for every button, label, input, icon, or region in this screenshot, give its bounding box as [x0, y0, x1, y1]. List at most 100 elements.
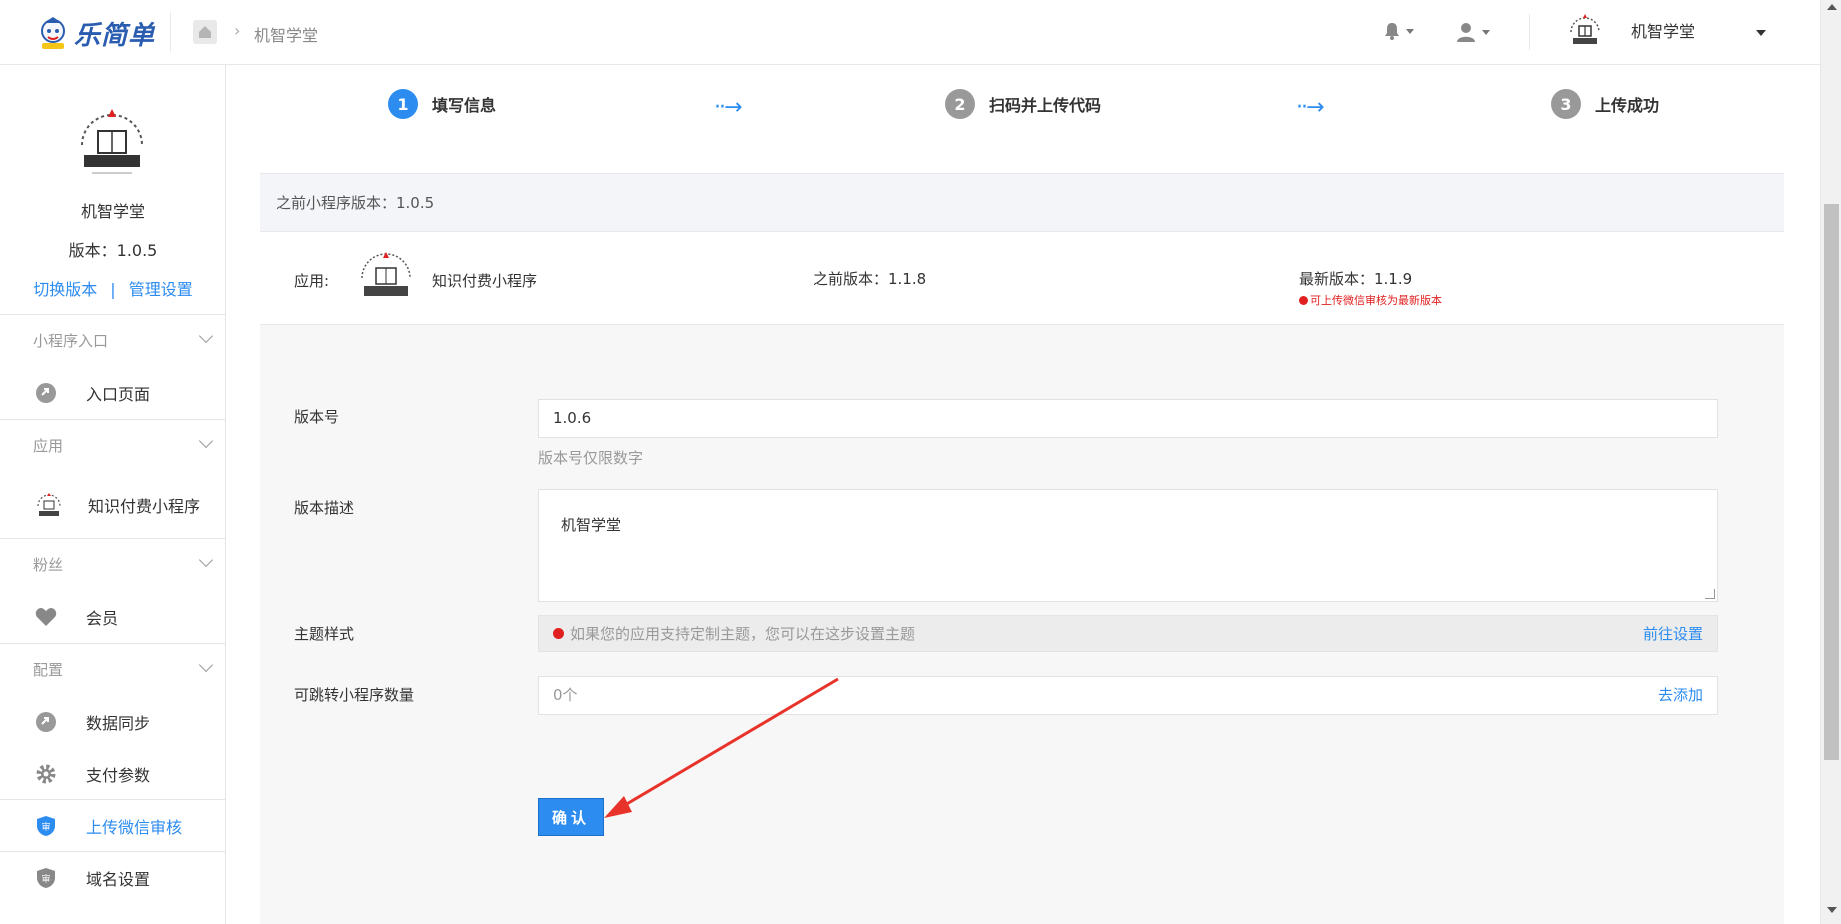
scrollbar[interactable]: [1820, 0, 1841, 924]
link-icon: [34, 381, 58, 405]
mascot-logo-icon: [36, 15, 70, 51]
jump-count-field: 0个 去添加: [538, 676, 1718, 715]
sidebar-item-label: 支付参数: [86, 765, 151, 785]
logo-text: 乐简单: [74, 20, 156, 51]
step-arrow-icon: ··→: [714, 95, 742, 120]
sidebar-item-members[interactable]: 会员: [0, 591, 225, 643]
step-1: 1 填写信息: [388, 89, 496, 119]
heart-icon: [34, 605, 58, 629]
sidebar-group-apps: 应用 知识付费小程序: [0, 420, 225, 539]
previous-app-version: 之前版本：1.1.8: [813, 270, 927, 288]
link-separator: |: [110, 280, 116, 299]
scroll-up-icon[interactable]: [1827, 4, 1837, 10]
sidebar-item-label: 会员: [86, 609, 119, 628]
sidebar-group-title[interactable]: 小程序入口: [0, 315, 225, 367]
app-info-row: 应用: 知识付费小程序 之前版本：1.1.8 最新版本：1.1.9 可上传微信审…: [260, 231, 1784, 325]
app-name: 知识付费小程序: [432, 272, 538, 290]
chevron-down-icon: [198, 552, 214, 568]
step-indicator: 1 填写信息 ··→ 2 扫码并上传代码 ··→ 3 上传成功: [226, 65, 1820, 173]
app-label: 应用:: [294, 272, 330, 290]
chevron-down-icon: [1406, 28, 1414, 34]
scroll-down-icon[interactable]: [1827, 907, 1837, 913]
breadcrumb[interactable]: 机智学堂: [254, 22, 318, 46]
confirm-button[interactable]: 确认: [538, 798, 604, 836]
sidebar-group-config: 配置 数据同步 支付参数 审 上传微信审核 审 域名设置: [0, 644, 225, 904]
sidebar: 机智学堂 版本：1.0.5 切换版本 | 管理设置 小程序入口 入口页面 应用: [0, 65, 226, 924]
profile-version: 版本：1.0.5: [68, 241, 158, 260]
theme-info-box: 如果您的应用支持定制主题，您可以在这步设置主题 前往设置: [538, 615, 1718, 652]
alert-icon: [553, 628, 564, 639]
sidebar-item-payment-params[interactable]: 支付参数: [0, 748, 225, 800]
sidebar-group-title[interactable]: 应用: [0, 420, 225, 472]
account-switcher[interactable]: 机智学堂: [1565, 10, 1695, 50]
sidebar-item-label: 域名设置: [86, 870, 151, 889]
school-badge-icon: [1565, 10, 1605, 50]
school-badge-icon: [72, 101, 152, 181]
account-chevron-down-icon[interactable]: [1756, 30, 1766, 36]
warning-text: 可上传微信审核为最新版本: [1310, 294, 1442, 307]
link-icon: [34, 710, 58, 734]
scroll-thumb[interactable]: [1824, 204, 1839, 760]
jump-count-value: 0个: [553, 686, 578, 704]
step-3: 3 上传成功: [1551, 89, 1659, 119]
add-link[interactable]: 去添加: [1658, 677, 1703, 714]
description-label: 版本描述: [294, 499, 355, 517]
sidebar-group-title[interactable]: 配置: [0, 644, 225, 696]
switch-version-link[interactable]: 切换版本: [33, 280, 97, 299]
version-input[interactable]: 1.0.6: [538, 399, 1718, 438]
theme-label: 主题样式: [294, 625, 355, 643]
go-settings-link[interactable]: 前往设置: [1643, 623, 1703, 644]
sidebar-item-label: 知识付费小程序: [88, 497, 201, 516]
home-icon[interactable]: [193, 20, 217, 44]
sidebar-item-data-sync[interactable]: 数据同步: [0, 696, 225, 748]
description-textarea[interactable]: 机智学堂: [538, 489, 1718, 602]
step-arrow-icon: ··→: [1296, 95, 1324, 120]
shield-icon: 审: [34, 814, 58, 838]
sidebar-item-upload-wechat-review[interactable]: 审 上传微信审核: [0, 800, 225, 852]
user-menu-button[interactable]: [1456, 22, 1490, 42]
step-2: 2 扫码并上传代码: [945, 89, 1101, 119]
brand-logo[interactable]: 乐简单: [36, 14, 155, 52]
sidebar-item-domain-settings[interactable]: 审 域名设置: [0, 852, 225, 904]
app-badge-icon: [356, 246, 416, 306]
upload-form: 版本号 1.0.6 版本号仅限数字 版本描述 机智学堂 主题样式 如果您的应用支…: [260, 325, 1784, 924]
sidebar-item-knowledge-app[interactable]: 知识付费小程序: [0, 472, 225, 538]
breadcrumb-separator-icon: ›: [234, 21, 241, 40]
sidebar-profile: 机智学堂 版本：1.0.5 切换版本 | 管理设置: [0, 65, 225, 315]
sidebar-item-entry-page[interactable]: 入口页面: [0, 367, 225, 419]
shield-icon: 审: [34, 866, 58, 890]
account-name: 机智学堂: [1631, 22, 1696, 41]
resize-handle-icon[interactable]: [1705, 589, 1715, 599]
chevron-down-icon: [198, 328, 214, 344]
step-number: 2: [945, 89, 975, 119]
group-title-text: 小程序入口: [33, 332, 109, 350]
step-number: 1: [388, 89, 418, 119]
theme-info-text: 如果您的应用支持定制主题，您可以在这步设置主题: [570, 625, 916, 643]
bell-icon: [1385, 23, 1399, 40]
chevron-down-icon: [198, 657, 214, 673]
group-title-text: 应用: [33, 437, 64, 455]
notifications-button[interactable]: [1384, 22, 1414, 40]
step-label: 上传成功: [1595, 96, 1660, 115]
sidebar-group-fans: 粉丝 会员: [0, 539, 225, 644]
top-bar: 乐简单 › 机智学堂 机智学堂: [0, 0, 1820, 65]
sidebar-item-label: 入口页面: [86, 385, 151, 404]
manage-settings-link[interactable]: 管理设置: [129, 280, 193, 299]
profile-links: 切换版本 | 管理设置: [0, 276, 226, 300]
chevron-down-icon: [198, 433, 214, 449]
chevron-down-icon: [1482, 29, 1490, 35]
sidebar-group-entry: 小程序入口 入口页面: [0, 315, 225, 420]
app-badge-icon: [34, 490, 64, 520]
gear-icon: [34, 762, 58, 786]
version-hint: 版本号仅限数字: [538, 449, 644, 467]
sidebar-item-label: 上传微信审核: [86, 817, 183, 837]
profile-name: 机智学堂: [80, 202, 145, 221]
sidebar-group-title[interactable]: 粉丝: [0, 539, 225, 591]
user-icon: [1457, 23, 1475, 42]
step-label: 扫码并上传代码: [989, 96, 1102, 115]
alert-icon: [1299, 295, 1308, 305]
step-number: 3: [1551, 89, 1581, 119]
latest-version-warning: 可上传微信审核为最新版本: [1299, 292, 1442, 308]
jump-count-label: 可跳转小程序数量: [294, 686, 415, 704]
group-title-text: 粉丝: [33, 556, 64, 574]
